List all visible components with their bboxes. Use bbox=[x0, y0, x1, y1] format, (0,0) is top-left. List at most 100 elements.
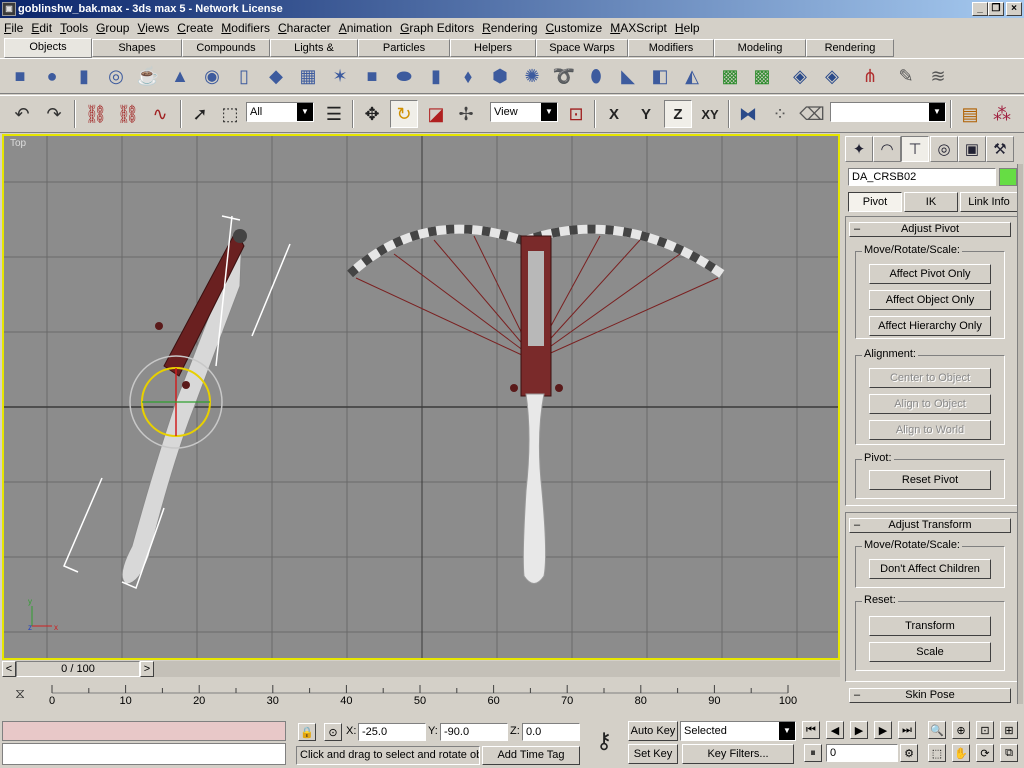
material-editor-icon[interactable]: ⁂ bbox=[988, 100, 1016, 128]
set-key-button[interactable]: Set Key bbox=[628, 744, 678, 764]
rotate-icon[interactable]: ↻ bbox=[390, 100, 418, 128]
crossbow-model-side[interactable] bbox=[63, 215, 291, 590]
menu-edit[interactable]: Edit bbox=[27, 18, 56, 38]
axis-z-button[interactable]: Z bbox=[664, 100, 692, 128]
link-icon[interactable]: ⛓ bbox=[82, 100, 110, 128]
x-coord-field[interactable]: -25.0 bbox=[358, 723, 426, 741]
select-icon[interactable]: ➚ bbox=[186, 100, 214, 128]
l-ext-icon[interactable]: ◣ bbox=[614, 62, 642, 90]
reference-coord-dropdown[interactable]: View ▼ bbox=[490, 102, 558, 122]
quad-patch-icon[interactable]: ◈ bbox=[786, 62, 814, 90]
gengon-icon[interactable]: ⬢ bbox=[486, 62, 514, 90]
tab-shapes[interactable]: Shapes bbox=[92, 39, 182, 57]
sphere-icon[interactable]: ● bbox=[38, 62, 66, 90]
hose-icon[interactable]: ▩ bbox=[716, 62, 744, 90]
adjust-transform-header[interactable]: – Adjust Transform bbox=[849, 518, 1011, 533]
align-to-object-button[interactable]: Align to Object bbox=[869, 394, 991, 414]
affect-pivot-only-button[interactable]: Affect Pivot Only bbox=[869, 264, 991, 284]
time-slider[interactable]: < 0 / 100 > bbox=[0, 661, 840, 678]
modify-panel-icon[interactable]: ◠ bbox=[873, 136, 901, 162]
move-icon[interactable]: ✥ bbox=[358, 100, 386, 128]
array-icon[interactable]: ⁘ bbox=[766, 100, 794, 128]
maximize-viewport-icon[interactable]: ⧉ bbox=[1000, 744, 1018, 762]
auto-key-button[interactable]: Auto Key bbox=[628, 721, 678, 741]
tab-space-warps[interactable]: Space Warps bbox=[536, 39, 628, 57]
scale-icon[interactable]: ◪ bbox=[422, 100, 450, 128]
bind-spacewarp-icon[interactable]: ∿ bbox=[146, 100, 174, 128]
absolute-mode-icon[interactable]: ⊙ bbox=[324, 723, 342, 741]
tab-compounds[interactable]: Compounds bbox=[182, 39, 270, 57]
current-frame-field[interactable]: 0 bbox=[826, 744, 898, 762]
center-to-object-button[interactable]: Center to Object bbox=[869, 368, 991, 388]
bones-icon[interactable]: ⋔ bbox=[856, 62, 884, 90]
undo-icon[interactable]: ↶ bbox=[8, 100, 36, 128]
key-filters-button[interactable]: Key Filters... bbox=[682, 744, 794, 764]
spring-icon[interactable]: ≋ bbox=[924, 62, 952, 90]
region-zoom-icon[interactable]: ⬚ bbox=[928, 744, 946, 762]
menu-file[interactable]: File bbox=[0, 18, 27, 38]
menu-rendering[interactable]: Rendering bbox=[478, 18, 541, 38]
pan-icon[interactable]: ✋ bbox=[952, 744, 970, 762]
selection-filter-dropdown[interactable]: All ▼ bbox=[246, 102, 314, 122]
zoom-extents-all-icon[interactable]: ⊞ bbox=[1000, 721, 1018, 739]
zoom-extents-icon[interactable]: ⊡ bbox=[976, 721, 994, 739]
object-color-swatch[interactable] bbox=[999, 168, 1017, 186]
oiltank-icon[interactable]: ⬬ bbox=[390, 62, 418, 90]
go-to-start-icon[interactable]: ⏮ bbox=[802, 721, 820, 739]
menu-tools[interactable]: Tools bbox=[56, 18, 92, 38]
object-name-field[interactable]: DA_CRSB02 bbox=[848, 168, 996, 186]
prev-frame-icon[interactable]: ◀ bbox=[826, 721, 844, 739]
capsule-icon[interactable]: ⬮ bbox=[582, 62, 610, 90]
region-select-icon[interactable]: ⬚ bbox=[216, 100, 244, 128]
time-next-button[interactable]: > bbox=[140, 661, 154, 677]
tab-objects[interactable]: Objects bbox=[4, 38, 92, 58]
redo-icon[interactable]: ↷ bbox=[40, 100, 68, 128]
time-slider-thumb[interactable]: 0 / 100 bbox=[16, 661, 140, 677]
axis-x-button[interactable]: X bbox=[600, 100, 628, 128]
tab-particles[interactable]: Particles bbox=[358, 39, 450, 57]
add-time-tag-button[interactable]: Add Time Tag bbox=[482, 746, 580, 765]
prism-icon[interactable]: ◭ bbox=[678, 62, 706, 90]
menu-group[interactable]: Group bbox=[92, 18, 133, 38]
patch-grid-icon[interactable]: ▩ bbox=[748, 62, 776, 90]
teapot-icon[interactable]: ☕ bbox=[134, 62, 162, 90]
maxscript-listener-mini[interactable] bbox=[2, 721, 286, 741]
affect-object-only-button[interactable]: Affect Object Only bbox=[869, 290, 991, 310]
affect-hierarchy-only-button[interactable]: Affect Hierarchy Only bbox=[869, 316, 991, 336]
cone-icon[interactable]: ▲ bbox=[166, 62, 194, 90]
tab-modeling[interactable]: Modeling bbox=[714, 39, 806, 57]
viewport-top[interactable]: Top y z x bbox=[2, 134, 840, 660]
pivot-center-icon[interactable]: ⊡ bbox=[562, 100, 590, 128]
spindle-icon[interactable]: ⬧ bbox=[454, 62, 482, 90]
create-panel-icon[interactable]: ✦ bbox=[845, 136, 873, 162]
tab-lights-cameras[interactable]: Lights & Cameras bbox=[270, 39, 358, 70]
reset-scale-button[interactable]: Scale bbox=[869, 642, 991, 662]
zoom-icon[interactable]: 🔍 bbox=[928, 721, 946, 739]
box-icon[interactable]: ■ bbox=[6, 62, 34, 90]
restore-button[interactable]: ❐ bbox=[988, 2, 1004, 16]
pyramid-icon[interactable]: ◆ bbox=[262, 62, 290, 90]
axis-xy-button[interactable]: XY bbox=[696, 100, 724, 128]
tab-rendering[interactable]: Rendering bbox=[806, 39, 894, 57]
display-panel-icon[interactable]: ▣ bbox=[958, 136, 986, 162]
menu-graph-editors[interactable]: Graph Editors bbox=[396, 18, 478, 38]
tab-modifiers[interactable]: Modifiers bbox=[628, 39, 714, 57]
align-to-world-button[interactable]: Align to World bbox=[869, 420, 991, 440]
arc-rotate-icon[interactable]: ⟳ bbox=[976, 744, 994, 762]
menu-views[interactable]: Views bbox=[133, 18, 173, 38]
menu-modifiers[interactable]: Modifiers bbox=[217, 18, 274, 38]
named-selection-dropdown[interactable]: ▼ bbox=[830, 102, 946, 122]
geosphere-icon[interactable]: ◉ bbox=[198, 62, 226, 90]
track-bar[interactable]: ⧖ 0 10 20 30 40 50 60 70 80 90 100 bbox=[0, 679, 840, 709]
utilities-panel-icon[interactable]: ⚒ bbox=[986, 136, 1014, 162]
helpers-icon[interactable]: ✎ bbox=[892, 62, 920, 90]
plane-icon[interactable]: ▦ bbox=[294, 62, 322, 90]
dont-affect-children-button[interactable]: Don't Affect Children bbox=[869, 559, 991, 579]
time-prev-button[interactable]: < bbox=[2, 661, 16, 677]
menu-maxscript[interactable]: MAXScript bbox=[606, 18, 671, 38]
motion-panel-icon[interactable]: ◎ bbox=[930, 136, 958, 162]
c-ext-icon[interactable]: ◧ bbox=[646, 62, 674, 90]
tri-patch-icon[interactable]: ◈ bbox=[818, 62, 846, 90]
key-icon[interactable]: ⚷ bbox=[586, 727, 622, 755]
axis-y-button[interactable]: Y bbox=[632, 100, 660, 128]
